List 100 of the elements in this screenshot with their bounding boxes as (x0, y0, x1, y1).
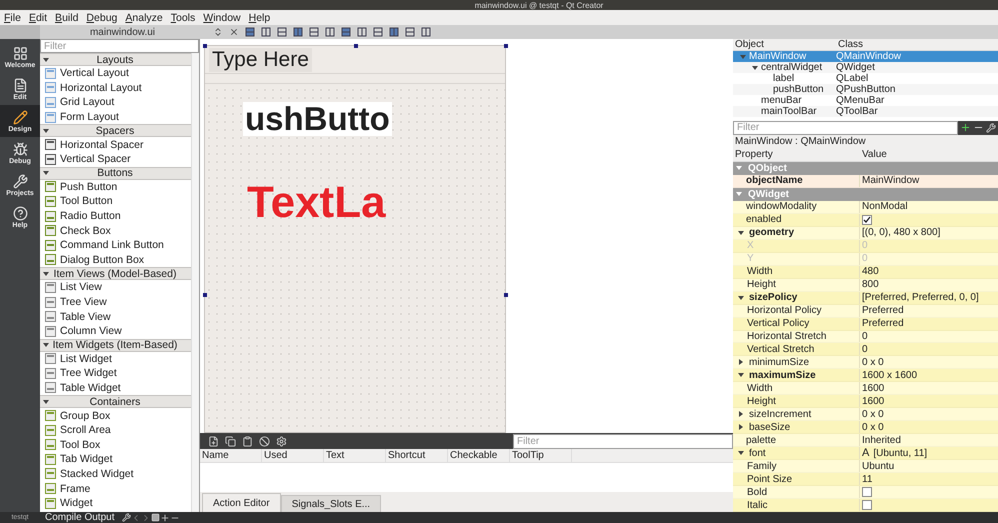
editor-tab[interactable]: mainwindow.ui (40, 25, 205, 39)
resize-handle[interactable] (203, 293, 207, 297)
property-row[interactable]: windowModality NonModal (733, 200, 998, 214)
property-row[interactable]: Bold (733, 486, 998, 500)
property-row[interactable]: minimumSize 0 x 0 (733, 356, 998, 370)
widget-item[interactable]: Check Box (40, 223, 191, 238)
widget-item[interactable]: Widget (40, 496, 191, 510)
widget-item[interactable]: Group Box (40, 408, 191, 423)
menu-item[interactable]: Build (55, 12, 78, 24)
widget-item[interactable]: Tab Widget (40, 452, 191, 467)
category-header[interactable]: Item Widgets (Item-Based) (40, 338, 191, 352)
column-header[interactable]: Class (836, 39, 986, 50)
menu-item[interactable]: Analyze (125, 12, 163, 24)
plus-icon[interactable] (960, 122, 971, 134)
property-row[interactable]: Vertical Stretch 0 (733, 343, 998, 356)
property-row[interactable]: Height 1600 (733, 395, 998, 408)
layout-tool-icon[interactable] (277, 27, 287, 37)
property-row[interactable]: font A [Ubuntu, 11] (733, 447, 998, 460)
widget-item[interactable]: Vertical Spacer (40, 152, 191, 167)
widget-item[interactable]: Vertical Layout (40, 66, 191, 81)
widget-item[interactable]: Grid Layout (40, 95, 191, 110)
column-header[interactable]: Checkable (448, 449, 510, 462)
menu-item[interactable]: Window (203, 12, 241, 24)
category-header[interactable]: Buttons (40, 166, 191, 180)
property-row[interactable]: maximumSize 1600 x 1600 (733, 369, 998, 382)
property-row[interactable]: Family Ubuntu (733, 460, 998, 474)
checkbox[interactable] (862, 487, 872, 498)
property-row[interactable]: enabled (733, 214, 998, 227)
column-header[interactable]: Used (262, 449, 324, 462)
layout-tool-icon[interactable] (325, 27, 335, 37)
widget-item[interactable]: Table Widget (40, 380, 191, 396)
expand-caret-icon[interactable] (738, 373, 744, 378)
checkbox[interactable] (862, 500, 872, 510)
filter-field[interactable]: Filter (513, 434, 733, 448)
expand-caret-icon[interactable] (43, 171, 49, 176)
category-header[interactable]: Spacers (40, 124, 191, 138)
layout-tool-icon[interactable] (405, 27, 415, 37)
property-row[interactable]: baseSize 0 x 0 (733, 421, 998, 434)
expand-caret-icon[interactable] (43, 272, 49, 276)
widget-item[interactable]: Table View (40, 309, 191, 324)
layout-tool-icon[interactable] (389, 27, 399, 37)
object-tree-row[interactable]: centralWidget QWidget (733, 62, 998, 73)
widget-item[interactable]: Column View (40, 324, 191, 338)
category-header[interactable]: Layouts (40, 53, 191, 66)
resize-handle[interactable] (354, 44, 358, 48)
expand-caret-icon[interactable] (43, 343, 49, 347)
form-canvas[interactable]: Type Here ushButto TextLa (204, 45, 506, 433)
no-entry-icon[interactable] (259, 436, 270, 446)
widget-item[interactable]: Stacked Widget (40, 466, 191, 482)
layout-tool-icon[interactable] (357, 27, 367, 37)
widget-item[interactable]: Horizontal Spacer (40, 137, 191, 152)
column-header[interactable]: Value (860, 148, 990, 161)
property-row[interactable]: Italic (733, 499, 998, 512)
menu-item[interactable]: Help (248, 12, 270, 24)
widget-item[interactable]: Scroll Area (40, 422, 191, 438)
expand-caret-icon[interactable] (738, 230, 744, 235)
expand-caret-icon[interactable] (739, 359, 743, 366)
expand-caret-icon[interactable] (739, 424, 743, 430)
filter-field[interactable]: Filter (40, 39, 199, 53)
menu-placeholder[interactable]: Type Here (209, 48, 312, 72)
property-row[interactable]: geometry [(0, 0), 480 x 800] (733, 226, 998, 240)
expand-caret-icon[interactable] (738, 451, 744, 456)
property-row[interactable]: Vertical Policy Preferred (733, 318, 998, 330)
layout-tool-icon[interactable] (341, 27, 351, 37)
layout-tool-icon[interactable] (261, 27, 271, 37)
widget-item[interactable]: List Widget (40, 352, 191, 366)
output-tab[interactable]: Compile Output (40, 512, 122, 523)
column-header[interactable]: Object (733, 39, 836, 50)
column-header[interactable]: ToolTip (510, 449, 572, 462)
property-row[interactable]: sizePolicy [Preferred, Preferred, 0, 0] (733, 292, 998, 305)
new-file-icon[interactable] (208, 436, 219, 446)
layout-tool-icon[interactable] (421, 27, 431, 37)
clipboard-icon[interactable] (242, 436, 253, 446)
stop-icon[interactable] (151, 513, 160, 522)
expand-caret-icon[interactable] (43, 128, 49, 133)
widget-item[interactable]: Tool Button (40, 194, 191, 209)
layout-tool-icon[interactable] (309, 27, 319, 37)
checkbox[interactable] (862, 214, 872, 225)
editor-tab[interactable]: Signals_Slots E... (280, 495, 382, 512)
wrench-icon[interactable] (122, 513, 132, 522)
column-header[interactable]: Property (733, 148, 860, 161)
resize-handle[interactable] (203, 44, 207, 48)
category-header[interactable]: Item Views (Model-Based) (40, 267, 191, 280)
property-row[interactable]: Horizontal Policy Preferred (733, 304, 998, 318)
property-row[interactable]: Height 800 (733, 278, 998, 292)
wrench-icon[interactable] (986, 122, 996, 133)
property-row[interactable]: Point Size 11 (733, 473, 998, 486)
expand-caret-icon[interactable] (43, 58, 49, 62)
push-button[interactable]: ushButto (243, 102, 392, 136)
scrollbar[interactable] (191, 53, 199, 512)
layout-tool-icon[interactable] (373, 27, 383, 37)
property-row[interactable]: Horizontal Stretch 0 (733, 330, 998, 344)
close-icon[interactable] (229, 27, 239, 37)
widget-item[interactable]: Tree Widget (40, 366, 191, 381)
copy-icon[interactable] (225, 436, 236, 446)
resize-handle[interactable] (504, 44, 508, 48)
filter-field[interactable]: Filter (733, 120, 958, 135)
expand-caret-icon[interactable] (739, 411, 743, 418)
object-tree-row[interactable]: pushButton QPushButton (733, 84, 998, 95)
widget-item[interactable]: Radio Button (40, 208, 191, 224)
